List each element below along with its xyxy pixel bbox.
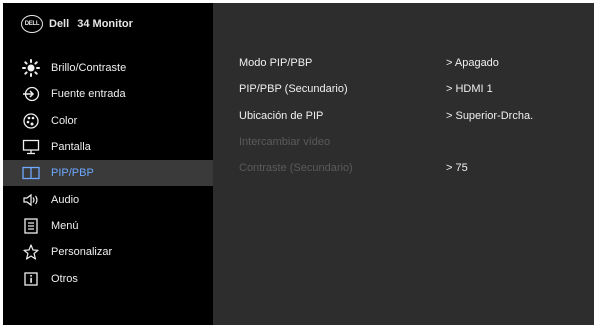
setting-value: > Superior-Drcha. bbox=[446, 109, 534, 122]
display-icon bbox=[21, 139, 41, 155]
sidebar-item-label: Brillo/Contraste bbox=[51, 62, 127, 75]
sidebar-item-label: Fuente entrada bbox=[51, 88, 126, 101]
brand-title: Dell 34 Monitor bbox=[49, 18, 133, 30]
sidebar-item-label: Otros bbox=[51, 272, 78, 285]
sidebar-item-color[interactable]: Color bbox=[3, 108, 213, 134]
sidebar: DELL Dell 34 Monitor Brillo/Contraste Fu… bbox=[3, 3, 213, 325]
sidebar-item-menu[interactable]: Menú bbox=[3, 213, 213, 239]
sidebar-item-label: Audio bbox=[51, 193, 80, 206]
setting-value: > Apagado bbox=[446, 57, 499, 70]
pip-pbp-icon bbox=[21, 165, 41, 181]
sidebar-item-label: Menú bbox=[51, 219, 79, 232]
sidebar-item-pantalla[interactable]: Pantalla bbox=[3, 134, 213, 160]
setting-value: > HDMI 1 bbox=[446, 83, 493, 96]
sidebar-item-otros[interactable]: Otros bbox=[3, 265, 213, 291]
sidebar-item-label: Pantalla bbox=[51, 141, 91, 154]
setting-row-modo-pip-pbp[interactable]: Modo PIP/PBP > Apagado bbox=[239, 50, 594, 76]
input-source-icon bbox=[21, 86, 41, 102]
monitor-model: 34 Monitor bbox=[77, 18, 133, 30]
brand-header: DELL Dell 34 Monitor bbox=[21, 13, 133, 35]
main-menu: Brillo/Contraste Fuente entrada Color Pa… bbox=[3, 55, 213, 292]
setting-row-ubicacion-pip[interactable]: Ubicación de PIP > Superior-Drcha. bbox=[239, 103, 594, 129]
sidebar-item-label: PIP/PBP bbox=[51, 167, 94, 180]
dell-logo-icon: DELL bbox=[21, 15, 43, 33]
setting-row-contraste-secundario: Contraste (Secundario) > 75 bbox=[239, 155, 594, 181]
sidebar-item-fuente-entrada[interactable]: Fuente entrada bbox=[3, 81, 213, 107]
sidebar-item-personalizar[interactable]: Personalizar bbox=[3, 239, 213, 265]
setting-label: Intercambiar vídeo bbox=[239, 136, 331, 149]
brightness-icon bbox=[21, 59, 41, 78]
menu-icon bbox=[21, 218, 41, 234]
setting-label: PIP/PBP (Secundario) bbox=[239, 83, 348, 96]
setting-value: > 75 bbox=[446, 162, 468, 175]
color-palette-icon bbox=[21, 113, 41, 129]
setting-label: Modo PIP/PBP bbox=[239, 57, 313, 70]
sidebar-item-label: Color bbox=[51, 114, 78, 127]
pip-pbp-settings-panel: Modo PIP/PBP > Apagado PIP/PBP (Secundar… bbox=[239, 50, 594, 181]
sidebar-item-audio[interactable]: Audio bbox=[3, 186, 213, 212]
sidebar-item-pip-pbp[interactable]: PIP/PBP bbox=[3, 160, 213, 187]
monitor-osd: DELL Dell 34 Monitor Brillo/Contraste Fu… bbox=[3, 3, 594, 325]
setting-label: Contraste (Secundario) bbox=[239, 162, 353, 175]
sidebar-item-label: Personalizar bbox=[51, 246, 113, 259]
setting-row-intercambiar-video: Intercambiar vídeo bbox=[239, 129, 594, 155]
setting-row-pip-pbp-secundario[interactable]: PIP/PBP (Secundario) > HDMI 1 bbox=[239, 76, 594, 102]
sidebar-item-brillo-contraste[interactable]: Brillo/Contraste bbox=[3, 55, 213, 81]
setting-label: Ubicación de PIP bbox=[239, 109, 324, 122]
info-icon bbox=[21, 271, 41, 287]
star-icon bbox=[21, 244, 41, 260]
brand-name: Dell bbox=[49, 18, 70, 30]
speaker-icon bbox=[21, 192, 41, 208]
